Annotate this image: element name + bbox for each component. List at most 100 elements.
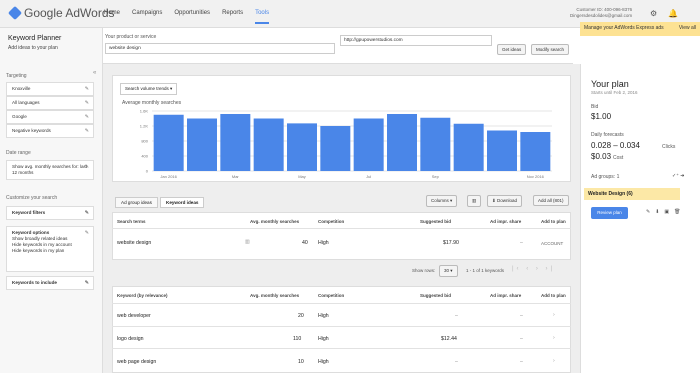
add-to-plan-chevron-icon[interactable]: › xyxy=(553,358,555,364)
get-ideas-button[interactable]: Get ideas xyxy=(497,44,527,55)
col-header[interactable]: Avg. monthly searches xyxy=(250,293,299,298)
add-to-plan-chevron-icon[interactable]: › xyxy=(553,312,555,318)
chart-bar[interactable] xyxy=(220,114,251,171)
col-header[interactable]: Add to plan xyxy=(541,293,566,298)
review-plan-button[interactable]: Review plan xyxy=(591,207,628,219)
product-service-input[interactable]: website design xyxy=(105,43,335,54)
x-tick-label: Sep xyxy=(432,174,440,179)
edit-pencil-icon[interactable]: ✎ xyxy=(85,164,89,170)
tab-keyword-ideas[interactable]: Keyword ideas xyxy=(160,197,205,208)
rows-per-page-select[interactable]: 30 ▾ xyxy=(439,265,458,277)
targeting-language[interactable]: All languages ✎ xyxy=(6,96,94,110)
chart-bar[interactable] xyxy=(453,123,484,171)
landing-page-input[interactable]: http://gpupowerstudios.com xyxy=(340,35,492,46)
cost-unit: Cost xyxy=(613,155,624,161)
trend-icon[interactable]: ▥ xyxy=(245,239,250,245)
customer-email: Dingersdesdolides@gmail.com xyxy=(570,13,633,18)
cost-value: $0.03 xyxy=(591,152,612,161)
show-rows-label: Show rows: xyxy=(412,268,436,273)
keywords-to-include[interactable]: Keywords to include ✎ xyxy=(6,276,94,290)
x-tick-label: Mar xyxy=(232,174,240,179)
edit-pencil-icon[interactable]: ✎ xyxy=(85,128,89,134)
chart-type-select[interactable]: Search volume trends ▾ xyxy=(120,83,178,95)
page-subtitle: Add ideas to your plan xyxy=(8,45,58,51)
keyword-ideas-table xyxy=(112,286,571,373)
ad-groups-label: Ad groups: 1 xyxy=(591,174,620,180)
chart-bar[interactable] xyxy=(520,132,551,171)
chart-bar[interactable] xyxy=(187,118,217,172)
ad-group-item[interactable]: Website Design (6) xyxy=(584,188,680,200)
nav-tools[interactable]: Tools xyxy=(255,10,270,24)
impr-share: – xyxy=(520,313,523,319)
add-ad-group-icon[interactable]: ✓⁺ ➜ xyxy=(672,173,684,179)
col-header[interactable]: Suggested bid xyxy=(420,293,451,298)
nav-home[interactable]: Home xyxy=(104,10,120,24)
date-range-card[interactable]: Show avg. monthly searches for: last 12 … xyxy=(6,160,94,180)
col-header[interactable]: Add to plan xyxy=(541,219,566,224)
chart-bar[interactable] xyxy=(487,130,517,172)
main-nav: Home Campaigns Opportunities Reports Too… xyxy=(104,10,270,24)
nav-reports[interactable]: Reports xyxy=(222,10,243,24)
col-header[interactable]: Search terms xyxy=(117,219,146,224)
bid-value[interactable]: $1.00 xyxy=(591,112,611,121)
collapse-panel-icon[interactable]: « xyxy=(93,70,96,76)
col-header[interactable]: Ad impr. share xyxy=(490,293,521,298)
col-header[interactable]: Avg. monthly searches xyxy=(250,219,299,224)
chart-bar[interactable] xyxy=(320,126,351,171)
edit-pencil-icon[interactable]: ✎ xyxy=(85,210,89,216)
nav-opportunities[interactable]: Opportunities xyxy=(174,10,210,24)
competition: High xyxy=(318,359,329,365)
suggested-bid: – xyxy=(455,359,458,365)
col-header[interactable]: Keyword (by relevance) xyxy=(117,293,168,298)
col-header[interactable]: Suggested bid xyxy=(420,219,451,224)
y-tick-label: 0 xyxy=(146,169,149,174)
adwords-logo[interactable]: Google AdWords xyxy=(7,5,115,21)
notifications-bell-icon[interactable]: 🔔 xyxy=(668,9,678,18)
chart-toggle-icon[interactable]: ▥ xyxy=(467,195,482,207)
edit-pencil-icon[interactable]: ✎ xyxy=(85,280,89,286)
edit-pencil-icon[interactable]: ✎ xyxy=(85,230,89,236)
pager-range: 1 - 1 of 1 keywords xyxy=(466,268,505,273)
keyword-options[interactable]: Keyword options Show broadly related ide… xyxy=(6,226,94,272)
customer-info[interactable]: Customer ID: 400-096-8376 Dingersdesdolid… xyxy=(570,7,632,19)
chart-bar[interactable] xyxy=(387,114,417,171)
plan-action-icons[interactable]: ✎⬇▣🗑 xyxy=(646,209,685,215)
edit-pencil-icon[interactable]: ✎ xyxy=(85,100,89,106)
clicks-range: 0.028 – 0.034 xyxy=(591,141,640,150)
add-to-plan-chevron-icon[interactable]: › xyxy=(553,335,555,341)
avg-searches: 110 xyxy=(293,336,302,342)
y-tick-label: 400 xyxy=(141,154,148,159)
search-volume-chart: 1.6K 1.2K 800 400 0 Jan 2016 Mar May Jul Sep Nov 2… xyxy=(140,109,552,179)
settings-gear-icon[interactable]: ⚙ xyxy=(650,9,657,18)
columns-button[interactable]: Columns ▾ xyxy=(426,195,458,207)
tab-ad-group-ideas[interactable]: Ad group ideas xyxy=(115,197,158,208)
search-term: website design xyxy=(117,240,152,246)
col-header[interactable]: Competition xyxy=(318,293,344,298)
bid-label: Bid xyxy=(591,104,599,110)
targeting-network[interactable]: Google ✎ xyxy=(6,110,94,124)
pager-nav-icons[interactable]: |‹ ‹ › ›| xyxy=(512,266,555,272)
col-header[interactable]: Competition xyxy=(318,219,344,224)
add-all-button[interactable]: Add all (801) xyxy=(533,195,569,206)
edit-pencil-icon[interactable]: ✎ xyxy=(85,114,89,120)
download-button[interactable]: ⬇ Download xyxy=(487,195,523,207)
targeting-negative-keywords[interactable]: Negative keywords ✎ xyxy=(6,124,94,138)
customize-label: Customize your search xyxy=(6,195,58,201)
chart-bar[interactable] xyxy=(153,114,184,171)
x-tick-label: Jan 2016 xyxy=(160,174,177,179)
x-tick-label: Nov 2016 xyxy=(527,174,545,179)
view-all-link[interactable]: View all xyxy=(679,25,696,33)
chart-bar[interactable] xyxy=(253,118,284,172)
edit-pencil-icon[interactable]: ✎ xyxy=(85,86,89,92)
keyword-filters[interactable]: Keyword filters ✎ xyxy=(6,206,94,220)
clicks-unit: Clicks xyxy=(662,144,676,150)
impr-share: – xyxy=(520,359,523,365)
modify-search-button[interactable]: Modify search xyxy=(531,44,570,55)
chart-bar[interactable] xyxy=(420,117,451,171)
col-header[interactable]: Ad impr. share xyxy=(490,219,521,224)
chart-bar[interactable] xyxy=(353,118,384,172)
adwords-express-notice[interactable]: Manage your AdWords Express ads View all xyxy=(580,22,700,36)
nav-campaigns[interactable]: Campaigns xyxy=(132,10,162,24)
targeting-location[interactable]: Knoxville ✎ xyxy=(6,82,94,96)
chart-bar[interactable] xyxy=(287,123,317,171)
